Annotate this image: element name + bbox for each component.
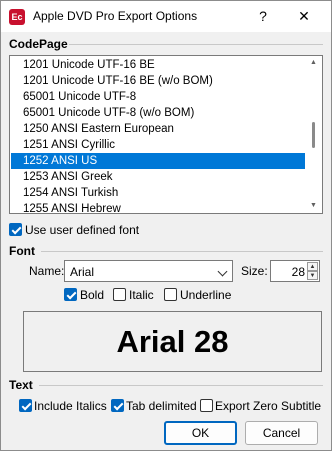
spin-down-icon[interactable]: ▼ <box>307 271 318 280</box>
app-icon: Ec <box>9 9 25 25</box>
use-user-font-label[interactable]: Use user defined font <box>25 223 139 237</box>
font-name-value: Arial <box>70 265 95 279</box>
list-item[interactable]: 1250 ANSI Eastern European <box>11 121 305 137</box>
list-item[interactable]: 1254 ANSI Turkish <box>11 185 305 201</box>
include-italics-label[interactable]: Include Italics <box>34 399 107 413</box>
list-item[interactable]: 65001 Unicode UTF-8 <box>11 89 305 105</box>
codepage-list[interactable]: 1201 Unicode UTF-16 BE 1201 Unicode UTF-… <box>9 55 323 214</box>
window-title: Apple DVD Pro Export Options <box>33 9 198 23</box>
scroll-thumb[interactable] <box>312 122 315 148</box>
chevron-down-icon[interactable] <box>217 266 228 277</box>
cancel-button[interactable]: Cancel <box>245 421 318 445</box>
help-button[interactable]: ? <box>253 5 273 27</box>
bold-label[interactable]: Bold <box>80 288 104 302</box>
underline-checkbox[interactable] <box>164 288 177 301</box>
list-item[interactable]: 1251 ANSI Cyrillic <box>11 137 305 153</box>
text-section-label: Text <box>9 378 33 392</box>
list-item[interactable]: 1255 ANSI Hebrew <box>11 201 305 213</box>
export-zero-subtitle-label[interactable]: Export Zero Subtitle <box>215 399 321 413</box>
use-user-font-checkbox[interactable] <box>9 223 22 236</box>
list-item[interactable]: 1201 Unicode UTF-16 BE (w/o BOM) <box>11 73 305 89</box>
ok-button[interactable]: OK <box>164 421 237 445</box>
title-bar: Ec Apple DVD Pro Export Options ? ✕ <box>1 1 331 32</box>
italic-checkbox[interactable] <box>113 288 126 301</box>
close-button[interactable]: ✕ <box>293 5 315 27</box>
bold-checkbox[interactable] <box>64 288 77 301</box>
font-divider <box>41 251 323 252</box>
export-zero-subtitle-checkbox[interactable] <box>200 399 213 412</box>
font-size-label: Size: <box>241 264 268 278</box>
tab-delimited-checkbox[interactable] <box>111 399 124 412</box>
codepage-scrollbar[interactable]: ▲ ▼ <box>305 56 322 213</box>
font-preview: Arial 28 <box>23 311 322 372</box>
export-options-dialog: Ec Apple DVD Pro Export Options ? ✕ Code… <box>0 0 332 451</box>
italic-label[interactable]: Italic <box>129 288 154 302</box>
codepage-section-label: CodePage <box>9 37 68 51</box>
list-item[interactable]: 65001 Unicode UTF-8 (w/o BOM) <box>11 105 305 121</box>
text-divider <box>39 385 323 386</box>
list-item[interactable]: 1201 Unicode UTF-16 BE <box>11 57 305 73</box>
font-preview-text: Arial 28 <box>116 324 229 359</box>
spin-up-icon[interactable]: ▲ <box>307 262 318 271</box>
font-section-label: Font <box>9 244 35 258</box>
include-italics-checkbox[interactable] <box>19 399 32 412</box>
font-name-combo[interactable]: Arial <box>64 260 233 282</box>
tab-delimited-label[interactable]: Tab delimited <box>126 399 197 413</box>
font-size-value: 28 <box>291 265 305 279</box>
font-size-spinbox[interactable]: 28 ▲ ▼ <box>270 260 320 282</box>
underline-label[interactable]: Underline <box>180 288 231 302</box>
font-name-label: Name: <box>29 264 65 278</box>
scroll-up-arrow-icon[interactable]: ▲ <box>305 56 322 70</box>
scroll-down-arrow-icon[interactable]: ▼ <box>305 199 322 213</box>
list-item-selected[interactable]: 1252 ANSI US <box>11 153 305 169</box>
list-item[interactable]: 1253 ANSI Greek <box>11 169 305 185</box>
codepage-divider <box>69 44 323 45</box>
